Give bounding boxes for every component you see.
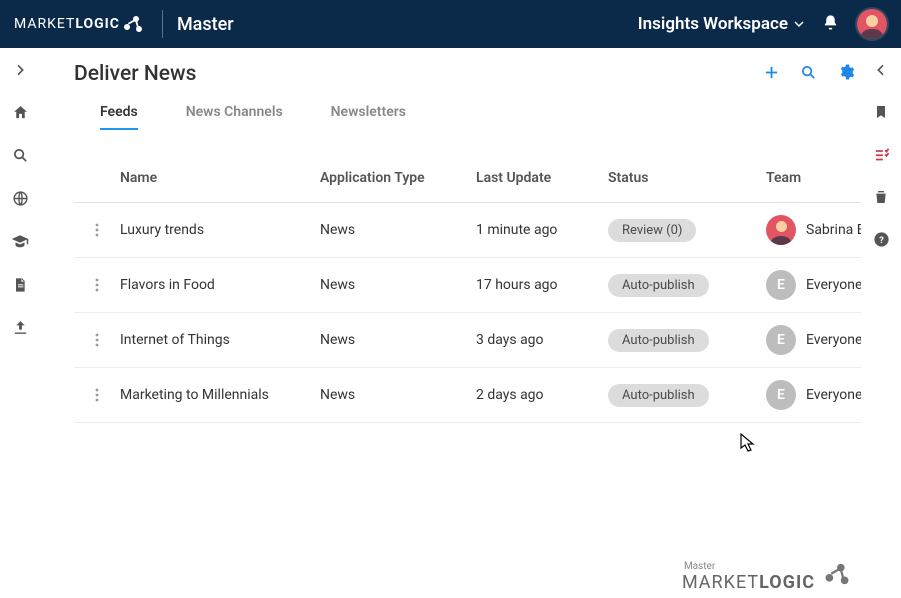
help-icon[interactable]: ? bbox=[873, 231, 890, 252]
cell-last_update: 17 hours ago bbox=[476, 277, 608, 293]
svg-text:?: ? bbox=[879, 235, 884, 246]
team-label: Everyone bbox=[806, 332, 861, 348]
status-badge: Auto-publish bbox=[608, 384, 709, 407]
document-icon[interactable] bbox=[12, 277, 28, 297]
footer-small: Master bbox=[684, 562, 715, 572]
col-name[interactable]: Name bbox=[120, 170, 320, 186]
col-app-type[interactable]: Application Type bbox=[320, 170, 476, 186]
globe-icon[interactable] bbox=[12, 190, 29, 211]
team-avatar: E bbox=[766, 380, 796, 410]
cell-app_type: News bbox=[320, 277, 476, 293]
brand-second: LOGIC bbox=[75, 16, 120, 32]
brand-nodes-icon bbox=[122, 13, 144, 35]
table-row[interactable]: Marketing to MillennialsNews2 days agoAu… bbox=[74, 368, 861, 423]
search-button[interactable] bbox=[800, 64, 817, 85]
status-badge: Auto-publish bbox=[608, 274, 709, 297]
status-badge: Auto-publish bbox=[608, 329, 709, 352]
col-status[interactable]: Status bbox=[608, 170, 766, 186]
cell-app_type: News bbox=[320, 222, 476, 238]
cell-team: E Everyone bbox=[766, 325, 861, 355]
cell-name: Luxury trends bbox=[120, 222, 320, 238]
cell-team: Sabrina E bbox=[766, 215, 861, 245]
team-avatar bbox=[766, 215, 796, 245]
chevron-left-icon[interactable] bbox=[873, 62, 889, 82]
col-team[interactable]: Team bbox=[766, 170, 861, 186]
row-menu-icon[interactable] bbox=[74, 223, 120, 237]
page-title: Deliver News bbox=[74, 62, 196, 86]
team-avatar: E bbox=[766, 325, 796, 355]
workspace-label: Insights Workspace bbox=[638, 14, 788, 34]
brand-logo: MARKETLOGIC bbox=[14, 13, 144, 35]
graduation-cap-icon[interactable] bbox=[11, 233, 29, 255]
search-icon[interactable] bbox=[12, 147, 29, 168]
cell-last_update: 3 days ago bbox=[476, 332, 608, 348]
row-menu-icon[interactable] bbox=[74, 278, 120, 292]
cell-name: Flavors in Food bbox=[120, 277, 320, 293]
checklist-icon[interactable] bbox=[873, 146, 890, 167]
upload-icon[interactable] bbox=[12, 319, 29, 340]
brand-first: MARKET bbox=[14, 16, 75, 32]
table-row[interactable]: Luxury trendsNews1 minute agoReview (0) S… bbox=[74, 203, 861, 258]
team-label: Sabrina E bbox=[806, 222, 861, 238]
cell-app_type: News bbox=[320, 332, 476, 348]
cell-last_update: 1 minute ago bbox=[476, 222, 608, 238]
row-menu-icon[interactable] bbox=[74, 388, 120, 402]
cell-last_update: 2 days ago bbox=[476, 387, 608, 403]
top-navbar: MARKETLOGIC Master Insights Workspace bbox=[0, 0, 901, 48]
chevron-down-icon bbox=[794, 14, 804, 34]
workspace-dropdown[interactable]: Insights Workspace bbox=[638, 14, 804, 34]
row-menu-icon[interactable] bbox=[74, 333, 120, 347]
table-header: Name Application Type Last Update Status… bbox=[74, 154, 861, 203]
chevron-right-icon[interactable] bbox=[12, 62, 28, 82]
footer-brand: Master MARKETLOGIC bbox=[682, 560, 851, 592]
cell-name: Internet of Things bbox=[120, 332, 320, 348]
home-icon[interactable] bbox=[12, 104, 29, 125]
table-row[interactable]: Internet of ThingsNews3 days agoAuto-pub… bbox=[74, 313, 861, 368]
team-label: Everyone bbox=[806, 387, 861, 403]
tab-news-channels[interactable]: News Channels bbox=[186, 96, 283, 130]
main-content: Deliver News Feeds News Channels Newslet… bbox=[40, 48, 861, 598]
feeds-table: Name Application Type Last Update Status… bbox=[74, 154, 861, 423]
cell-team: E Everyone bbox=[766, 270, 861, 300]
footer-brand-first: MARKET bbox=[682, 572, 759, 593]
tabs: Feeds News Channels Newsletters bbox=[74, 96, 861, 130]
col-last-update[interactable]: Last Update bbox=[476, 170, 608, 186]
divider bbox=[162, 10, 163, 38]
right-sidebar: ? bbox=[861, 48, 901, 598]
cell-team: E Everyone bbox=[766, 380, 861, 410]
left-sidebar bbox=[0, 48, 40, 598]
cell-app_type: News bbox=[320, 387, 476, 403]
cell-name: Marketing to Millennials bbox=[120, 387, 320, 403]
bookmark-icon[interactable] bbox=[873, 104, 889, 124]
brand-nodes-icon bbox=[823, 560, 851, 592]
trash-icon[interactable] bbox=[873, 189, 889, 209]
add-button[interactable] bbox=[763, 64, 780, 85]
tab-newsletters[interactable]: Newsletters bbox=[331, 96, 406, 130]
team-label: Everyone bbox=[806, 277, 861, 293]
tab-feeds[interactable]: Feeds bbox=[100, 96, 138, 130]
team-avatar: E bbox=[766, 270, 796, 300]
status-badge: Review (0) bbox=[608, 219, 696, 242]
context-label: Master bbox=[177, 14, 234, 35]
notifications-icon[interactable] bbox=[822, 14, 839, 35]
footer-brand-second: LOGIC bbox=[759, 572, 815, 593]
table-row[interactable]: Flavors in FoodNews17 hours agoAuto-publ… bbox=[74, 258, 861, 313]
settings-button[interactable] bbox=[837, 63, 855, 85]
user-avatar[interactable] bbox=[857, 9, 887, 39]
